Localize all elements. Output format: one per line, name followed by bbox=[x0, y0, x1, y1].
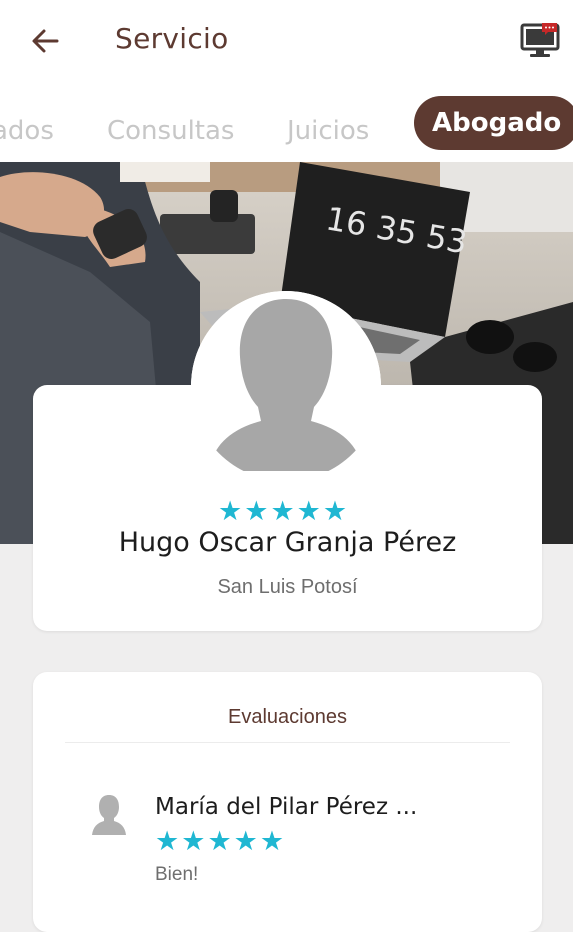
evaluations-card: Evaluaciones María del Pilar Pérez ... ★… bbox=[33, 672, 542, 932]
tab-juicios[interactable]: Juicios bbox=[287, 104, 369, 158]
profile-avatar bbox=[191, 291, 381, 481]
monitor-chat-icon bbox=[520, 23, 560, 57]
reviewer-name: María del Pilar Pérez ... bbox=[155, 794, 418, 820]
profile-location: San Luis Potosí bbox=[217, 576, 358, 598]
star-icon: ★ bbox=[270, 496, 295, 526]
profile-rating: ★ ★ ★ ★ ★ bbox=[218, 498, 347, 525]
back-button[interactable] bbox=[26, 22, 64, 60]
tab-consultas[interactable]: Consultas bbox=[107, 104, 234, 158]
star-icon: ★ bbox=[218, 496, 243, 526]
star-icon: ★ bbox=[259, 826, 285, 856]
app-bar: Servicio bbox=[0, 0, 573, 84]
review-comment: Bien! bbox=[155, 864, 199, 885]
star-icon: ★ bbox=[322, 496, 348, 526]
divider bbox=[65, 742, 510, 743]
tab-abogados[interactable]: ados bbox=[0, 104, 54, 158]
user-silhouette-icon bbox=[191, 291, 381, 481]
profile-name: Hugo Oscar Granja Pérez bbox=[118, 527, 457, 558]
page-title: Servicio bbox=[115, 22, 229, 55]
monitor-button[interactable] bbox=[518, 18, 562, 62]
star-icon: ★ bbox=[155, 826, 180, 856]
review-rating: ★ ★ ★ ★ ★ bbox=[155, 828, 284, 855]
star-icon: ★ bbox=[233, 826, 258, 856]
reviewer-avatar bbox=[91, 794, 127, 836]
user-silhouette-icon bbox=[92, 795, 126, 835]
tab-abogado[interactable]: Abogado bbox=[414, 96, 573, 150]
star-icon: ★ bbox=[181, 826, 206, 856]
star-icon: ★ bbox=[207, 826, 232, 856]
star-icon: ★ bbox=[296, 496, 321, 526]
arrow-left-icon bbox=[32, 29, 59, 53]
tab-bar: ados Consultas Juicios Abogado bbox=[0, 84, 573, 162]
evaluations-title: Evaluaciones bbox=[228, 706, 347, 728]
star-icon: ★ bbox=[244, 496, 269, 526]
